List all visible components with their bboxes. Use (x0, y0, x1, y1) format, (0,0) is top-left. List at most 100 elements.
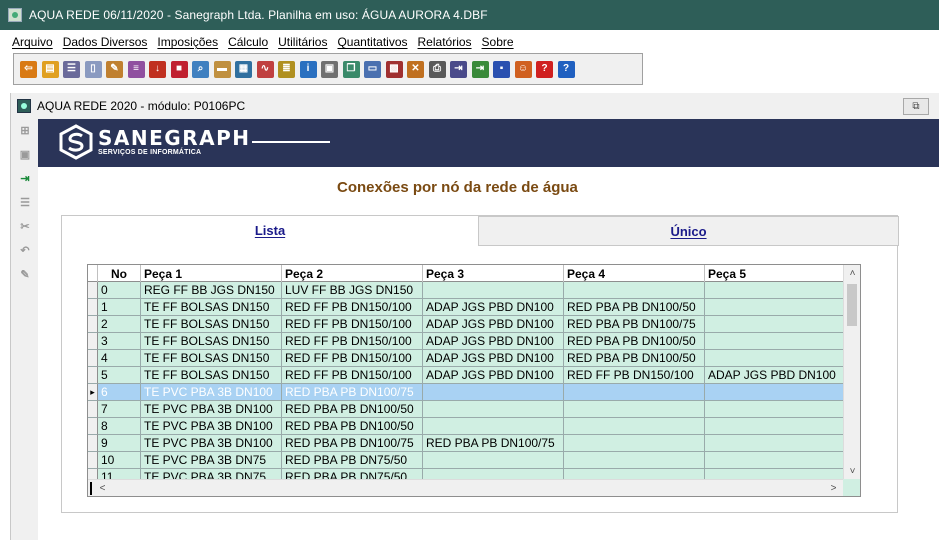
checklist-button[interactable]: ☰ (61, 59, 82, 80)
table-row[interactable]: 8 TE PVC PBA 3B DN100 RED PBA PB DN100/50 (88, 418, 857, 435)
menu-relatorios[interactable]: Relatórios (418, 35, 472, 49)
row-indicator[interactable] (88, 350, 98, 367)
piece-cell[interactable]: LUV FF BB JGS DN150 (282, 282, 423, 299)
scroll-left-icon[interactable]: < (94, 480, 111, 496)
piece-cell[interactable] (423, 384, 564, 401)
row-indicator[interactable] (88, 333, 98, 350)
undo-button[interactable]: ↶ (15, 240, 35, 260)
scroll-thumb[interactable] (847, 284, 857, 326)
row-indicator[interactable] (88, 282, 98, 299)
grid-button[interactable]: ▩ (384, 59, 405, 80)
piece-cell[interactable] (705, 435, 846, 452)
node-number-cell[interactable]: 9 (98, 435, 141, 452)
table-row[interactable]: 4 TE FF BOLSAS DN150 RED FF PB DN150/100 AD… (88, 350, 857, 367)
column-header[interactable]: Peça 2 (282, 265, 423, 282)
piece-cell[interactable] (564, 401, 705, 418)
table-row[interactable]: 5 TE FF BOLSAS DN150 RED FF PB DN150/100 AD… (88, 367, 857, 384)
piece-cell[interactable]: RED PBA PB DN100/75 (282, 384, 423, 401)
piece-cell[interactable]: TE FF BOLSAS DN150 (141, 333, 282, 350)
node-number-cell[interactable]: 4 (98, 350, 141, 367)
menu-calculo[interactable]: Cálculo (228, 35, 268, 49)
node-number-cell[interactable]: 0 (98, 282, 141, 299)
table-row[interactable]: 2 TE FF BOLSAS DN150 RED FF PB DN150/100 AD… (88, 316, 857, 333)
report-button[interactable]: ≣ (276, 59, 297, 80)
piece-cell[interactable]: RED FF PB DN150/100 (282, 350, 423, 367)
node-number-cell[interactable]: 5 (98, 367, 141, 384)
menu-dados-diversos[interactable]: Dados Diversos (63, 35, 148, 49)
piece-cell[interactable] (705, 350, 846, 367)
node-number-cell[interactable]: 1 (98, 299, 141, 316)
tools-button[interactable]: ✕ (405, 59, 426, 80)
column-header[interactable]: Peça 1 (141, 265, 282, 282)
piece-cell[interactable]: RED PBA PB DN100/50 (564, 350, 705, 367)
piece-cell[interactable]: TE FF BOLSAS DN150 (141, 299, 282, 316)
piece-cell[interactable]: RED FF PB DN150/100 (282, 316, 423, 333)
piece-cell[interactable] (705, 384, 846, 401)
piece-cell[interactable]: RED PBA PB DN100/75 (423, 435, 564, 452)
piece-cell[interactable] (705, 333, 846, 350)
piece-cell[interactable]: TE FF BOLSAS DN150 (141, 316, 282, 333)
piece-cell[interactable] (423, 401, 564, 418)
piece-cell[interactable]: RED FF PB DN150/100 (282, 299, 423, 316)
edit-pencil-button[interactable]: ✎ (104, 59, 125, 80)
piece-cell[interactable]: TE PVC PBA 3B DN100 (141, 384, 282, 401)
row-indicator[interactable] (88, 367, 98, 384)
piece-cell[interactable] (564, 452, 705, 469)
row-indicator[interactable] (88, 316, 98, 333)
info-button[interactable]: i (298, 59, 319, 80)
horizontal-scrollbar[interactable]: < > (88, 479, 860, 496)
piece-cell[interactable]: ADAP JGS PBD DN100 (423, 316, 564, 333)
piece-cell[interactable]: TE PVC PBA 3B DN75 (141, 452, 282, 469)
piece-cell[interactable]: RED PBA PB DN75/50 (282, 452, 423, 469)
print-button[interactable]: ⎙ (427, 59, 448, 80)
piece-cell[interactable]: RED FF PB DN150/100 (282, 367, 423, 384)
piece-cell[interactable]: ADAP JGS PBD DN100 (423, 367, 564, 384)
menu-arquivo[interactable]: Arquivo (12, 35, 53, 49)
piece-cell[interactable]: ADAP JGS PBD DN100 (423, 350, 564, 367)
new-record-button[interactable]: ⊞ (15, 120, 35, 140)
node-number-cell[interactable]: 7 (98, 401, 141, 418)
piece-cell[interactable] (705, 282, 846, 299)
about-button[interactable]: ? (556, 59, 577, 80)
piece-cell[interactable] (705, 401, 846, 418)
save-disk-button[interactable]: ▣ (15, 144, 35, 164)
column-header[interactable]: Peça 4 (564, 265, 705, 282)
piece-cell[interactable]: REG FF BB JGS DN150 (141, 282, 282, 299)
menu-imposicoes[interactable]: Imposições (157, 35, 218, 49)
child-title-bar[interactable]: AQUA REDE 2020 - módulo: P0106PC (11, 93, 939, 119)
piece-cell[interactable] (423, 452, 564, 469)
menu-utilitarios[interactable]: Utilitários (278, 35, 327, 49)
piece-cell[interactable] (705, 299, 846, 316)
notes-button[interactable]: ▬ (212, 59, 233, 80)
column-header[interactable]: Peça 3 (423, 265, 564, 282)
table-row[interactable]: 9 TE PVC PBA 3B DN100 RED PBA PB DN100/75 R… (88, 435, 857, 452)
report-list-button[interactable]: ☰ (15, 192, 35, 212)
piece-cell[interactable]: RED PBA PB DN100/75 (564, 316, 705, 333)
edit-button[interactable]: ✎ (15, 264, 35, 284)
table-row[interactable]: ▸ 6 TE PVC PBA 3B DN100 RED PBA PB DN100/75 (88, 384, 857, 401)
node-number-cell[interactable]: 2 (98, 316, 141, 333)
piece-cell[interactable]: ADAP JGS PBD DN100 (705, 367, 846, 384)
piece-cell[interactable] (564, 282, 705, 299)
exit-door-button[interactable]: ⇥ (15, 168, 35, 188)
piece-cell[interactable] (423, 418, 564, 435)
node-number-cell[interactable]: 6 (98, 384, 141, 401)
piece-cell[interactable] (564, 384, 705, 401)
piece-cell[interactable]: TE PVC PBA 3B DN100 (141, 435, 282, 452)
scroll-down-icon[interactable]: ˅ (844, 463, 860, 480)
piece-cell[interactable]: TE FF BOLSAS DN150 (141, 350, 282, 367)
copy-button[interactable]: ❐ (341, 59, 362, 80)
export-green-button[interactable]: ⇥ (470, 59, 491, 80)
row-indicator[interactable] (88, 299, 98, 316)
import-button[interactable]: ↓ (147, 59, 168, 80)
column-header[interactable]: Peça 5 (705, 265, 846, 282)
open-folder-button[interactable]: ▤ (40, 59, 61, 80)
piece-cell[interactable]: RED PBA PB DN100/50 (564, 333, 705, 350)
menu-sobre[interactable]: Sobre (482, 35, 514, 49)
piece-cell[interactable]: RED PBA PB DN100/50 (282, 418, 423, 435)
table-row[interactable]: 10 TE PVC PBA 3B DN75 RED PBA PB DN75/50 (88, 452, 857, 469)
line-chart-button[interactable]: ∿ (255, 59, 276, 80)
row-indicator[interactable]: ▸ (88, 384, 98, 401)
menu-quantitativos[interactable]: Quantitativos (337, 35, 407, 49)
piece-cell[interactable] (705, 418, 846, 435)
